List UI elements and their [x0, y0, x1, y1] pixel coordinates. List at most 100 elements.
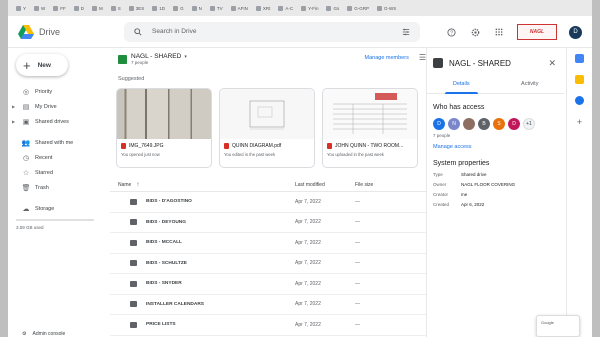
panel-title: NAGL - SHARED — [449, 58, 511, 68]
image-file-icon — [121, 143, 126, 149]
user-avatar[interactable]: N — [448, 118, 460, 130]
property-value: NAGL FLOOR COVERING — [461, 182, 516, 187]
bookmark-item[interactable]: Y — [16, 5, 26, 11]
last-modified: Apr 7, 2022 — [295, 301, 321, 308]
bookmark-favicon-icon — [326, 5, 332, 11]
search-box[interactable]: Search in Drive — [124, 21, 420, 42]
drive-logo[interactable]: Drive — [18, 24, 118, 39]
help-icon[interactable]: ? — [445, 26, 457, 38]
expand-caret-icon[interactable]: ▶ — [12, 119, 17, 124]
manage-access-link[interactable]: Manage access — [433, 144, 558, 150]
bookmark-item[interactable]: Y-Fin — [301, 5, 318, 11]
user-avatar[interactable] — [463, 118, 475, 130]
bookmark-favicon-icon — [191, 5, 197, 11]
keep-icon[interactable] — [575, 75, 584, 84]
user-avatar[interactable]: B — [478, 118, 490, 130]
access-avatars[interactable]: D N B S D +1 — [433, 118, 558, 130]
add-addon-icon[interactable]: + — [577, 117, 582, 127]
bookmark-favicon-icon — [230, 5, 236, 11]
table-row[interactable]: BIDS - DEYOUNG Apr 7, 2022 — — [110, 213, 426, 233]
account-avatar[interactable]: D — [569, 25, 582, 39]
sidebar-item-recent[interactable]: ◷ Recent — [8, 150, 110, 165]
file-name: BIDS - SNYDER — [146, 281, 182, 287]
list-view-icon[interactable]: ☰ — [419, 53, 426, 62]
settings-gear-icon[interactable] — [469, 26, 481, 38]
bookmark-item[interactable]: G — [173, 5, 184, 11]
star-icon: ☆ — [22, 169, 30, 177]
sidebar-item-shared-with-me[interactable]: 👥 Shared with me — [8, 135, 110, 150]
shared-folder-icon — [130, 301, 137, 308]
manage-members-link[interactable]: Manage members — [365, 55, 409, 61]
suggested-heading: Suggested — [118, 76, 145, 82]
apps-grid-icon[interactable] — [493, 26, 505, 38]
bookmark-favicon-icon — [347, 5, 353, 11]
table-row[interactable]: BIDS - D'AGOSTINO Apr 7, 2022 — — [110, 192, 426, 213]
table-row[interactable]: BIDS - SNYDER Apr 7, 2022 — — [110, 274, 426, 295]
tab-activity[interactable]: Activity — [496, 78, 565, 93]
bookmark-item[interactable]: G-GRP — [347, 5, 369, 11]
bookmark-item[interactable]: FF — [53, 5, 66, 11]
table-row[interactable]: BIDS - MCCALL Apr 7, 2022 — — [110, 233, 426, 254]
bookmark-item[interactable]: M — [92, 5, 103, 11]
suggested-card[interactable]: QUINN DIAGRAM.pdf You edited in the past… — [219, 88, 315, 168]
chevron-down-icon[interactable]: ▾ — [184, 54, 187, 60]
shared-folder-icon — [130, 260, 137, 267]
filter-options-icon[interactable] — [400, 26, 412, 38]
file-name: BIDS - DEYOUNG — [146, 219, 186, 225]
table-row[interactable]: PRICE LISTS Apr 7, 2022 — — [110, 315, 426, 336]
bookmark-item[interactable]: W — [34, 5, 45, 11]
bookmark-item[interactable]: 3ES — [128, 5, 144, 11]
bookmark-item[interactable]: D — [73, 5, 84, 11]
column-file-size[interactable]: File size — [355, 182, 415, 188]
bookmark-item[interactable]: G-WS — [377, 5, 396, 11]
expand-caret-icon[interactable]: ▶ — [12, 104, 17, 109]
sidebar-item-my-drive[interactable]: ▶ ▤ My Drive — [8, 99, 110, 114]
sidebar-item-storage[interactable]: ☁ Storage — [8, 201, 110, 216]
file-size: — — [355, 260, 360, 267]
svg-text:?: ? — [450, 30, 453, 36]
google-popup[interactable]: Google — [536, 315, 580, 337]
tasks-icon[interactable] — [575, 96, 584, 105]
bookmark-favicon-icon — [53, 5, 59, 11]
bookmark-item[interactable]: Gs — [326, 5, 339, 11]
search-icon[interactable] — [132, 26, 144, 38]
bookmark-item[interactable]: S — [110, 5, 121, 11]
table-row[interactable]: BIDS - SCHULTZE Apr 7, 2022 — — [110, 254, 426, 274]
calendar-icon[interactable] — [575, 54, 584, 63]
bookmark-item[interactable]: A-C — [278, 5, 293, 11]
people-icon: 👥 — [21, 139, 31, 147]
user-avatar[interactable]: D — [508, 118, 520, 130]
sidebar-item-priority[interactable]: ◎ Priority — [8, 84, 110, 99]
top-bar: Drive Search in Drive ? NAGL D — [8, 16, 592, 48]
column-last-modified[interactable]: Last modified — [295, 182, 355, 188]
sidebar-item-shared-drives[interactable]: ▶ ▣ Shared drives — [8, 114, 110, 129]
bookmark-favicon-icon — [34, 5, 40, 11]
bookmark-item[interactable]: 1D — [152, 5, 165, 11]
plus-icon: + — [23, 57, 31, 73]
bookmark-favicon-icon — [173, 5, 179, 11]
shared-drive-icon — [118, 54, 127, 64]
user-avatar[interactable]: S — [493, 118, 505, 130]
bookmark-item[interactable]: AFIN — [230, 5, 248, 11]
new-button[interactable]: + New — [16, 54, 68, 76]
column-name[interactable]: Name ↑ — [110, 182, 295, 188]
bookmark-item[interactable]: XRt — [255, 5, 270, 11]
bookmark-item[interactable]: TV — [209, 5, 223, 11]
user-avatar[interactable]: +1 — [523, 118, 535, 130]
admin-console-link[interactable]: ⚙ Admin console — [22, 331, 65, 337]
file-size: — — [355, 239, 360, 246]
tab-details[interactable]: Details — [427, 78, 496, 94]
pdf-file-icon — [327, 143, 332, 149]
sort-arrow-up-icon[interactable]: ↑ — [136, 182, 139, 188]
search-input[interactable]: Search in Drive — [152, 28, 392, 35]
property-key: Creator — [433, 192, 449, 197]
sidebar-item-trash[interactable]: 🗑 Trash — [8, 180, 110, 195]
table-row[interactable]: INSTALLER CALENDARS Apr 7, 2022 — — [110, 295, 426, 315]
sidebar-item-starred[interactable]: ☆ Starred — [8, 165, 110, 180]
suggested-card[interactable]: IMG_7649.JPG You opened just now — [116, 88, 212, 168]
file-name: BIDS - D'AGOSTINO — [146, 199, 192, 205]
bookmark-item[interactable]: N — [191, 5, 202, 11]
suggested-card[interactable]: JOHN QUINN - TWO ROOM... You uploaded in… — [322, 88, 418, 168]
close-icon[interactable]: ✕ — [548, 58, 556, 69]
user-avatar[interactable]: D — [433, 118, 445, 130]
